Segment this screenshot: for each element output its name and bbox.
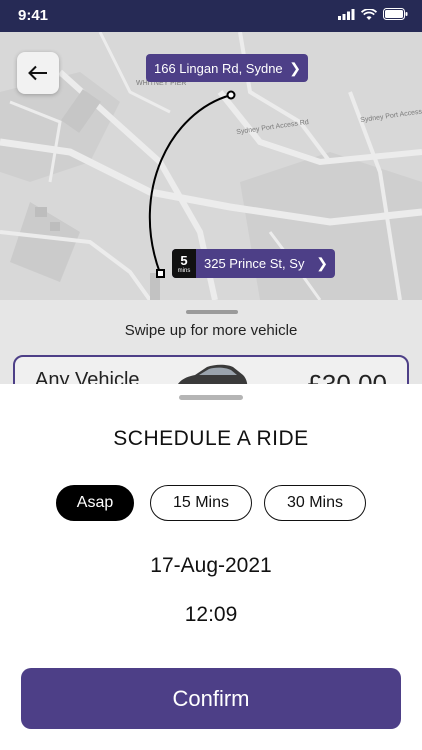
pickup-address: 166 Lingan Rd, Sydne xyxy=(154,60,283,76)
app-screen: 9:41 WHITNEY PIER Sydney Port Access Rd … xyxy=(0,0,422,750)
eta-value: 5 xyxy=(180,252,188,268)
dropoff-address: 325 Prince St, Sy xyxy=(204,256,305,271)
dropoff-address-pill[interactable]: 5 mins 325 Prince St, Sy ❯ xyxy=(172,249,335,278)
vehicle-panel: Swipe up for more vehicle Any Vehicle £3… xyxy=(0,300,422,409)
schedule-sheet: SCHEDULE A RIDE Asap 15 Mins 30 Mins 17-… xyxy=(0,384,422,750)
pickup-marker xyxy=(226,90,236,100)
confirm-button[interactable]: Confirm xyxy=(21,668,401,729)
status-icons xyxy=(338,8,408,20)
swipe-hint: Swipe up for more vehicle xyxy=(124,322,298,339)
wifi-icon xyxy=(361,8,377,20)
status-time: 9:41 xyxy=(18,7,49,24)
eta-unit: mins xyxy=(177,267,191,274)
option-15-mins[interactable]: 15 Mins xyxy=(150,485,252,521)
option-30-mins[interactable]: 30 Mins xyxy=(264,485,366,521)
battery-icon xyxy=(383,8,408,20)
arrow-left-icon xyxy=(28,65,47,81)
schedule-date[interactable]: 17-Aug-2021 xyxy=(0,554,422,578)
chevron-right-icon: ❯ xyxy=(316,255,328,271)
schedule-title: SCHEDULE A RIDE xyxy=(113,427,309,450)
pickup-address-pill[interactable]: 166 Lingan Rd, Sydne ❯ xyxy=(146,54,308,82)
sheet-handle[interactable] xyxy=(179,395,243,400)
eta-badge: 5 mins xyxy=(172,249,196,278)
signal-icon xyxy=(338,8,355,20)
vehicle-panel-handle[interactable] xyxy=(186,310,238,314)
back-button[interactable] xyxy=(17,52,59,94)
chevron-right-icon: ❯ xyxy=(289,59,301,76)
option-asap[interactable]: Asap xyxy=(56,485,134,521)
dropoff-marker xyxy=(156,269,165,278)
status-bar: 9:41 xyxy=(0,0,422,32)
schedule-time[interactable]: 12:09 xyxy=(0,603,422,627)
